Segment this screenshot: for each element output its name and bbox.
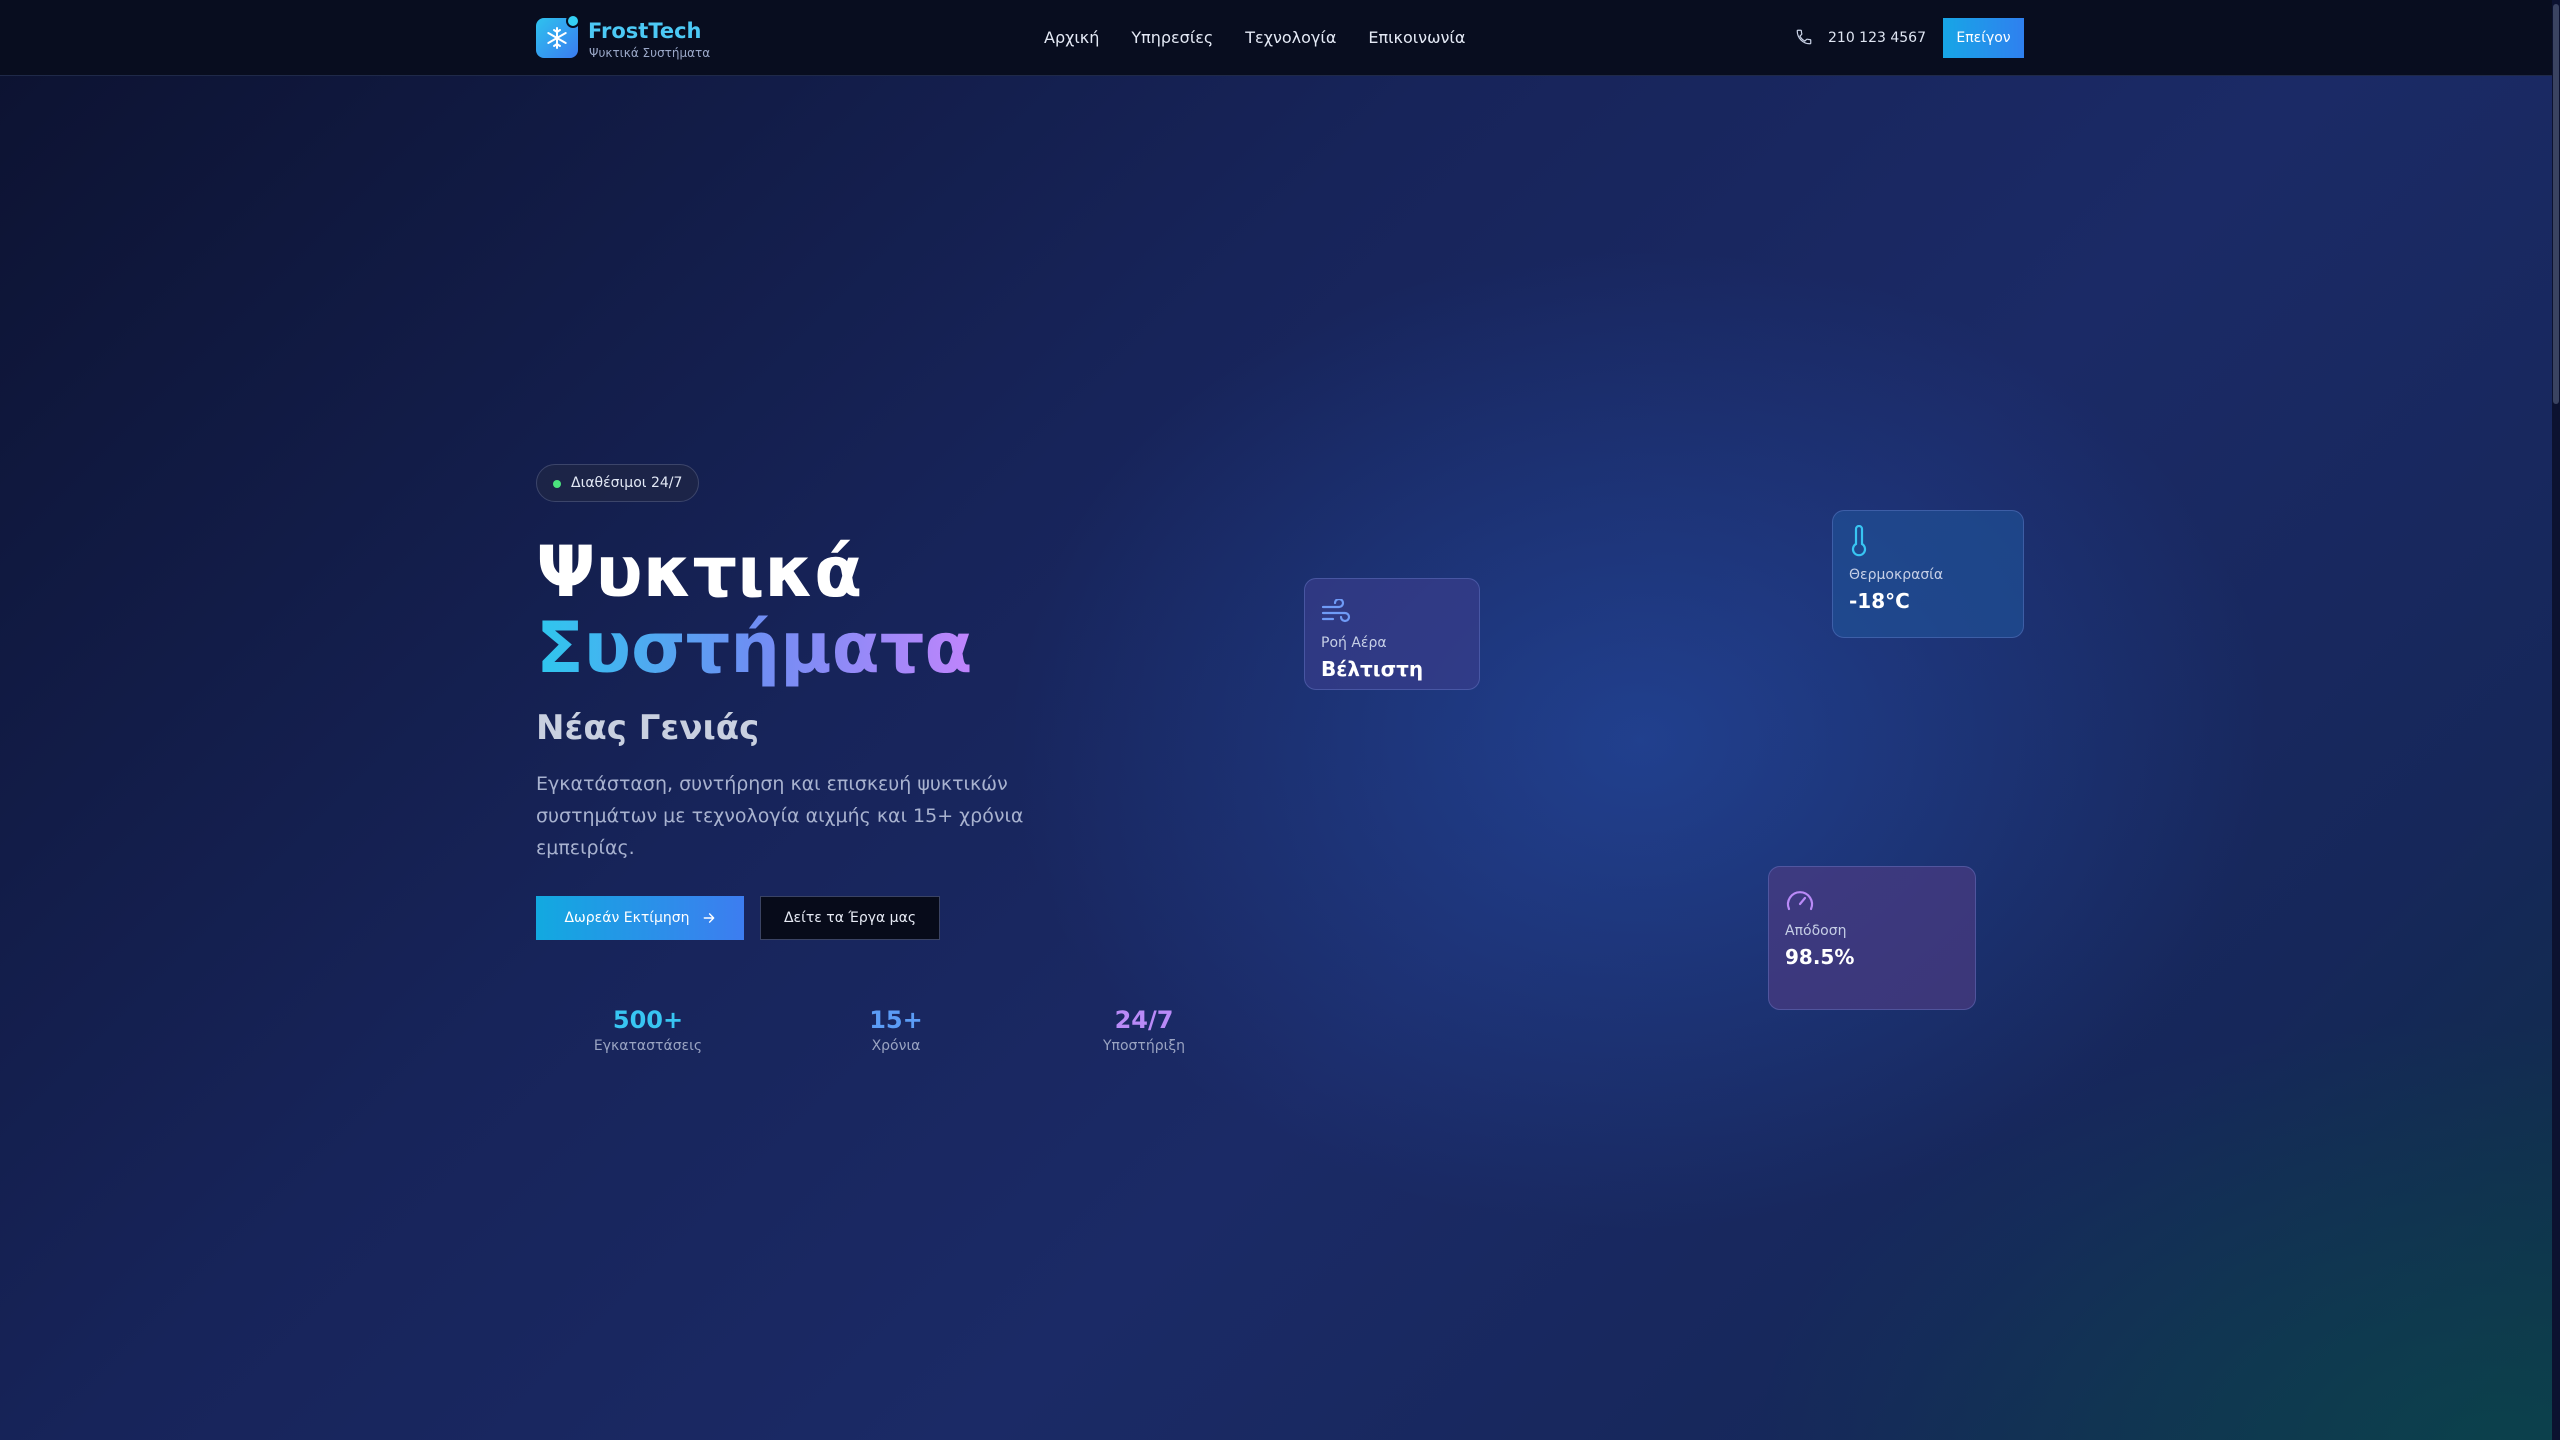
snowflake-icon [547,27,567,49]
nav-links: Αρχική Υπηρεσίες Τεχνολογία Επικοινωνία [1044,28,1465,47]
stat-label: Υποστήριξη [1102,1038,1186,1054]
stat-support: 24/7 Υποστήριξη [1044,1006,1244,1054]
hero-subtitle: Νέας Γενιάς [536,708,760,748]
thermometer-icon [1851,525,1867,557]
arrow-right-icon [703,913,714,923]
availability-badge: Διαθέσιμοι 24/7 [536,464,700,502]
brand-name[interactable]: FrostTech [588,19,702,43]
nav-link-home[interactable]: Αρχική [1044,28,1099,47]
stat-value: 24/7 [1114,1006,1174,1034]
hero-title-line2: Συστήματα [536,607,973,689]
top-navigation: FrostTech Ψυκτικά Συστήματα Αρχική Υπηρε… [0,0,2560,76]
stat-value: 500+ [612,1006,684,1034]
airflow-label: Ροή Αέρα [1321,635,1387,651]
performance-value: 98.5% [1785,945,1855,969]
wind-icon [1321,599,1351,623]
status-dot [553,480,561,488]
nav-link-contact[interactable]: Επικοινωνία [1368,28,1465,47]
performance-label: Απόδοση [1785,923,1847,939]
stat-label: Εγκαταστάσεις [593,1038,703,1054]
page-scrollbar[interactable] [2552,0,2560,1440]
nav-link-services[interactable]: Υπηρεσίες [1131,28,1213,47]
hero-title-line1: Ψυκτικά [536,531,863,613]
urgent-button[interactable]: Επείγον [1943,18,2024,58]
performance-card: Απόδοση 98.5% [1768,866,1976,1010]
phone-icon [1796,29,1812,45]
free-estimate-button[interactable]: Δωρεάν Εκτίμηση [536,896,744,940]
availability-text: Διαθέσιμοι 24/7 [571,475,683,491]
temperature-value: -18°C [1849,589,1910,613]
temperature-label: Θερμοκρασία [1849,567,1944,583]
phone-number[interactable]: 210 123 4567 [1828,30,1926,46]
stat-value: 15+ [869,1006,923,1034]
airflow-card: Ροή Αέρα Βέλτιστη [1304,578,1480,690]
stat-installations: 500+ Εγκαταστάσεις [548,1006,748,1054]
gauge-icon [1786,891,1814,911]
logo-status-dot [566,14,580,28]
stat-label: Χρόνια [871,1038,921,1054]
temperature-card: Θερμοκρασία -18°C [1832,510,2024,638]
stat-years: 15+ Χρόνια [796,1006,996,1054]
nav-link-technology[interactable]: Τεχνολογία [1245,28,1336,47]
airflow-value: Βέλτιστη [1321,657,1424,681]
brand-tagline: Ψυκτικά Συστήματα [589,46,711,60]
free-estimate-label: Δωρεάν Εκτίμηση [564,910,690,926]
hero-description: Εγκατάσταση, συντήρηση και επισκευή ψυκτ… [536,773,1024,859]
scrollbar-thumb[interactable] [2553,4,2559,404]
view-projects-button[interactable]: Δείτε τα Έργα μας [760,896,940,940]
